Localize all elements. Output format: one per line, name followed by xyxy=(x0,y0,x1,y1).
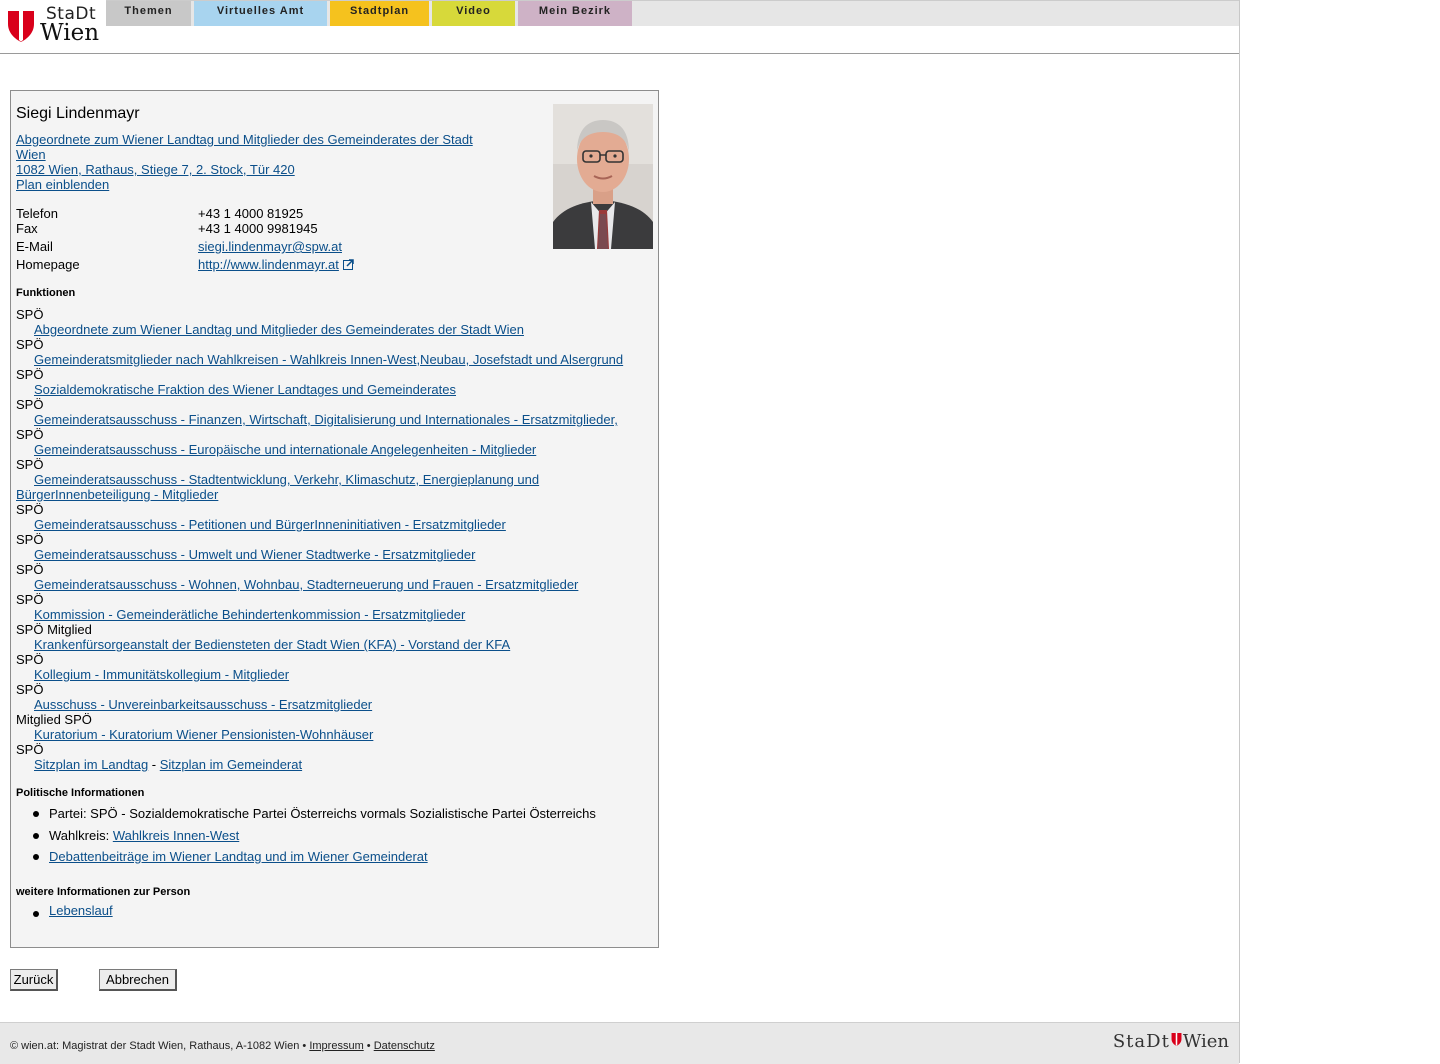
weitere-list: Lebenslauf xyxy=(33,903,113,918)
telefon-label: Telefon xyxy=(16,206,58,221)
party-label: SPÖ xyxy=(16,742,44,757)
person-card: Siegi Lindenmayr Abgeordnete zum Wiener … xyxy=(10,90,659,948)
main-navigation: Themen Virtuelles Amt Stadtplan Video Me… xyxy=(106,0,1239,26)
tab-video[interactable]: Video xyxy=(432,1,515,26)
party-label: SPÖ xyxy=(16,502,44,517)
back-button[interactable]: Zurück xyxy=(10,969,58,991)
footer: © wien.at: Magistrat der Stadt Wien, Rat… xyxy=(0,1022,1239,1064)
cancel-button[interactable]: Abbrechen xyxy=(99,969,177,991)
lebenslauf-item: Lebenslauf xyxy=(33,903,113,918)
page: StaDt Wien Themen Virtuelles Amt Stadtpl… xyxy=(0,0,1240,1064)
party-label: SPÖ xyxy=(16,457,44,472)
person-info: Abgeordnete zum Wiener Landtag und Mitgl… xyxy=(16,132,496,192)
function-link[interactable]: Gemeinderatsausschuss - Umwelt und Wiene… xyxy=(34,547,475,562)
party-label: SPÖ xyxy=(16,592,44,607)
email-link[interactable]: siegi.lindenmayr@spw.at xyxy=(198,239,342,254)
sitzplan-row: Sitzplan im Landtag - Sitzplan im Gemein… xyxy=(16,757,646,772)
function-link[interactable]: Gemeinderatsmitglieder nach Wahlkreisen … xyxy=(34,352,623,367)
email-label: E-Mail xyxy=(16,239,53,254)
tab-virtuelles-amt[interactable]: Virtuelles Amt xyxy=(194,1,327,26)
person-photo xyxy=(553,104,653,249)
tab-mein-bezirk[interactable]: Mein Bezirk xyxy=(518,1,632,26)
party-label: SPÖ Mitglied xyxy=(16,622,92,637)
wahlkreis-link[interactable]: Wahlkreis Innen-West xyxy=(113,828,239,843)
footer-logo-wien: Wien xyxy=(1182,1031,1229,1052)
partei-item: Partei: SPÖ - Sozialdemokratische Partei… xyxy=(33,803,596,825)
funktionen-heading: Funktionen xyxy=(16,287,76,299)
impressum-link[interactable]: Impressum xyxy=(309,1040,363,1052)
function-link[interactable]: Abgeordnete zum Wiener Landtag und Mitgl… xyxy=(34,322,524,337)
politische-heading: Politische Informationen xyxy=(16,787,145,799)
party-label: SPÖ xyxy=(16,367,44,382)
homepage-wrap: http://www.lindenmayr.at xyxy=(198,257,354,272)
fax-value: +43 1 4000 9981945 xyxy=(198,221,318,236)
wahlkreis-item: Wahlkreis: Wahlkreis Innen-West xyxy=(33,825,596,847)
tab-stadtplan[interactable]: Stadtplan xyxy=(330,1,429,26)
party-label: Mitglied SPÖ xyxy=(16,712,92,727)
politische-list: Partei: SPÖ - Sozialdemokratische Partei… xyxy=(33,803,596,868)
party-label: SPÖ xyxy=(16,337,44,352)
footer-copyright: © wien.at: Magistrat der Stadt Wien, Rat… xyxy=(10,1040,307,1052)
footer-logo-stadt: StaDt xyxy=(1112,1031,1170,1052)
footer-text-row: © wien.at: Magistrat der Stadt Wien, Rat… xyxy=(10,1040,435,1052)
sitzplan-gemeinderat-link[interactable]: Sitzplan im Gemeinderat xyxy=(160,757,302,772)
debatten-item: Debattenbeiträge im Wiener Landtag und i… xyxy=(33,846,596,868)
tab-themen[interactable]: Themen xyxy=(106,1,191,26)
function-link[interactable]: Kollegium - Immunitätskollegium - Mitgli… xyxy=(34,667,289,682)
logo-text-wien: Wien xyxy=(40,20,100,46)
function-link[interactable]: Gemeinderatsausschuss - Petitionen und B… xyxy=(34,517,506,532)
party-label: SPÖ xyxy=(16,532,44,547)
stadt-wien-logo[interactable]: StaDt Wien xyxy=(6,4,102,46)
weitere-heading: weitere Informationen zur Person xyxy=(16,886,191,898)
wien-shield-icon xyxy=(8,8,34,42)
fax-label: Fax xyxy=(16,221,38,236)
function-link[interactable]: Ausschuss - Unvereinbarkeitsausschuss - … xyxy=(34,697,372,712)
external-link-icon[interactable] xyxy=(342,259,354,270)
footer-logo[interactable]: StaDt Wien xyxy=(1113,1031,1229,1052)
party-label: SPÖ xyxy=(16,562,44,577)
address-link[interactable]: 1082 Wien, Rathaus, Stiege 7, 2. Stock, … xyxy=(16,162,295,177)
debatten-link[interactable]: Debattenbeiträge im Wiener Landtag und i… xyxy=(49,849,428,864)
function-link[interactable]: Gemeinderatsausschuss - Wohnen, Wohnbau,… xyxy=(34,577,578,592)
role-link[interactable]: Abgeordnete zum Wiener Landtag und Mitgl… xyxy=(16,132,473,162)
footer-separator: • xyxy=(363,1040,374,1052)
wien-shield-icon xyxy=(1171,1033,1182,1046)
function-link[interactable]: Gemeinderatsausschuss - Finanzen, Wirtsc… xyxy=(34,412,618,427)
telefon-value: +43 1 4000 81925 xyxy=(198,206,304,221)
party-label: SPÖ xyxy=(16,307,44,322)
funktionen-list: SPÖ Abgeordnete zum Wiener Landtag und M… xyxy=(16,307,646,772)
lebenslauf-link[interactable]: Lebenslauf xyxy=(49,903,113,918)
function-link[interactable]: Sozialdemokratische Fraktion des Wiener … xyxy=(34,382,456,397)
wahlkreis-label: Wahlkreis: xyxy=(49,827,113,843)
plan-link[interactable]: Plan einblenden xyxy=(16,177,109,192)
person-name: Siegi Lindenmayr xyxy=(16,105,140,122)
sitzplan-landtag-link[interactable]: Sitzplan im Landtag xyxy=(34,757,148,772)
function-link[interactable]: Krankenfürsorgeanstalt der Bediensteten … xyxy=(34,637,510,652)
party-label: SPÖ xyxy=(16,652,44,667)
function-link[interactable]: Kommission - Gemeinderätliche Behinderte… xyxy=(34,607,465,622)
function-link[interactable]: Gemeinderatsausschuss - Europäische und … xyxy=(34,442,536,457)
function-link[interactable]: Gemeinderatsausschuss - Stadtentwicklung… xyxy=(16,472,539,502)
sitzplan-separator: - xyxy=(148,757,160,772)
party-label: SPÖ xyxy=(16,682,44,697)
homepage-label: Homepage xyxy=(16,257,80,272)
homepage-link[interactable]: http://www.lindenmayr.at xyxy=(198,257,339,272)
header-divider xyxy=(0,53,1239,54)
party-label: SPÖ xyxy=(16,427,44,442)
datenschutz-link[interactable]: Datenschutz xyxy=(374,1040,435,1052)
function-link[interactable]: Kuratorium - Kuratorium Wiener Pensionis… xyxy=(34,727,373,742)
party-label: SPÖ xyxy=(16,397,44,412)
